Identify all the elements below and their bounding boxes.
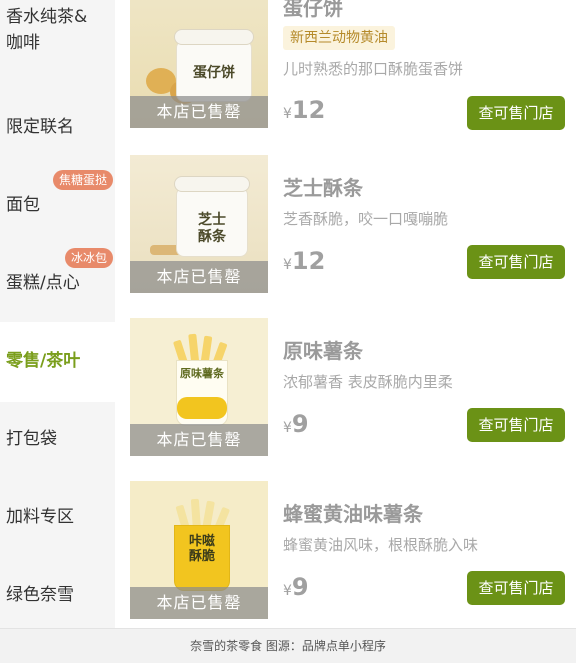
pack-label: 原味薯条 xyxy=(180,367,224,380)
product-tag: 新西兰动物黄油 xyxy=(283,26,395,50)
product-description: 浓郁薯香 表皮酥脆内里柔 xyxy=(283,373,453,391)
sidebar-item-retail-tea[interactable]: 零售/茶叶 xyxy=(0,322,115,402)
product-card[interactable]: 原味薯条 本店已售罄 原味薯条 浓郁薯香 表皮酥脆内里柔 ¥9 查可售门店 xyxy=(115,318,576,481)
sidebar-item-cake-snacks[interactable]: 冰冰包 蛋糕/点心 xyxy=(0,242,115,322)
sold-out-overlay: 本店已售罄 xyxy=(130,96,268,128)
sidebar-item-green-nayuki[interactable]: 绿色奈雪 xyxy=(0,558,115,628)
product-card[interactable]: 咔嗞 酥脆 本店已售罄 蜂蜜黄油味薯条 蜂蜜黄油风味，根根酥脆入味 ¥9 查可售… xyxy=(115,481,576,628)
product-image: 原味薯条 本店已售罄 xyxy=(130,318,268,456)
sidebar-item-label: 零售/茶叶 xyxy=(6,351,81,371)
sidebar-item-label: 打包袋 xyxy=(6,429,57,449)
sidebar-badge: 焦糖蛋挞 xyxy=(52,170,113,190)
sidebar-item-limited-collab[interactable]: 限定联名 xyxy=(0,78,115,160)
find-store-button[interactable]: 查可售门店 xyxy=(467,245,565,279)
pack-label: 蛋仔饼 xyxy=(193,65,235,81)
sidebar-item-label: 香水纯茶& 咖啡 xyxy=(6,7,88,53)
sidebar-badge: 冰冰包 xyxy=(64,248,113,268)
product-description: 儿时熟悉的那口酥脆蛋香饼 xyxy=(283,60,464,78)
find-store-button[interactable]: 查可售门店 xyxy=(467,408,565,442)
product-name: 芝士酥条 xyxy=(283,176,363,200)
pack-label: 芝士 酥条 xyxy=(198,212,226,245)
product-price: ¥9 xyxy=(283,573,309,601)
product-name: 蛋仔饼 xyxy=(283,0,343,20)
product-price: ¥12 xyxy=(283,247,326,275)
product-card[interactable]: 芝士 酥条 本店已售罄 芝士酥条 芝香酥脆，咬一口嘎嘣脆 ¥12 查可售门店 xyxy=(115,155,576,318)
sidebar-item-tea-coffee[interactable]: 香水纯茶& 咖啡 xyxy=(0,0,115,78)
sidebar-item-bags[interactable]: 打包袋 xyxy=(0,402,115,480)
sidebar-item-label: 限定联名 xyxy=(6,117,74,137)
product-card[interactable]: 蛋仔饼 本店已售罄 蛋仔饼 新西兰动物黄油 儿时熟悉的那口酥脆蛋香饼 ¥12 查… xyxy=(115,0,576,153)
pack-label: 咔嗞 酥脆 xyxy=(188,534,215,564)
sidebar-item-label: 蛋糕/点心 xyxy=(6,273,80,293)
product-image: 咔嗞 酥脆 本店已售罄 xyxy=(130,481,268,619)
category-sidebar: 香水纯茶& 咖啡 限定联名 焦糖蛋挞 面包 冰冰包 蛋糕/点心 零售/茶叶 打包… xyxy=(0,0,115,628)
find-store-button[interactable]: 查可售门店 xyxy=(467,96,565,130)
product-name: 原味薯条 xyxy=(283,339,363,363)
find-store-button[interactable]: 查可售门店 xyxy=(467,571,565,605)
sidebar-item-bread[interactable]: 焦糖蛋挞 面包 xyxy=(0,160,115,242)
sold-out-overlay: 本店已售罄 xyxy=(130,261,268,293)
product-description: 蜂蜜黄油风味，根根酥脆入味 xyxy=(283,536,479,554)
image-caption: 奈雪的茶零食 图源：品牌点单小程序 xyxy=(0,628,576,663)
sidebar-item-add-ons[interactable]: 加料专区 xyxy=(0,480,115,558)
product-name: 蜂蜜黄油味薯条 xyxy=(283,502,423,526)
product-description: 芝香酥脆，咬一口嘎嘣脆 xyxy=(283,210,449,228)
sidebar-item-label: 面包 xyxy=(6,195,40,215)
sold-out-overlay: 本店已售罄 xyxy=(130,424,268,456)
product-list: 蛋仔饼 本店已售罄 蛋仔饼 新西兰动物黄油 儿时熟悉的那口酥脆蛋香饼 ¥12 查… xyxy=(115,0,576,628)
product-price: ¥12 xyxy=(283,96,326,124)
sold-out-overlay: 本店已售罄 xyxy=(130,587,268,619)
product-image: 蛋仔饼 本店已售罄 xyxy=(130,0,268,128)
product-price: ¥9 xyxy=(283,410,309,438)
product-image: 芝士 酥条 本店已售罄 xyxy=(130,155,268,293)
sidebar-item-label: 绿色奈雪 xyxy=(6,585,74,605)
sidebar-item-label: 加料专区 xyxy=(6,507,74,527)
